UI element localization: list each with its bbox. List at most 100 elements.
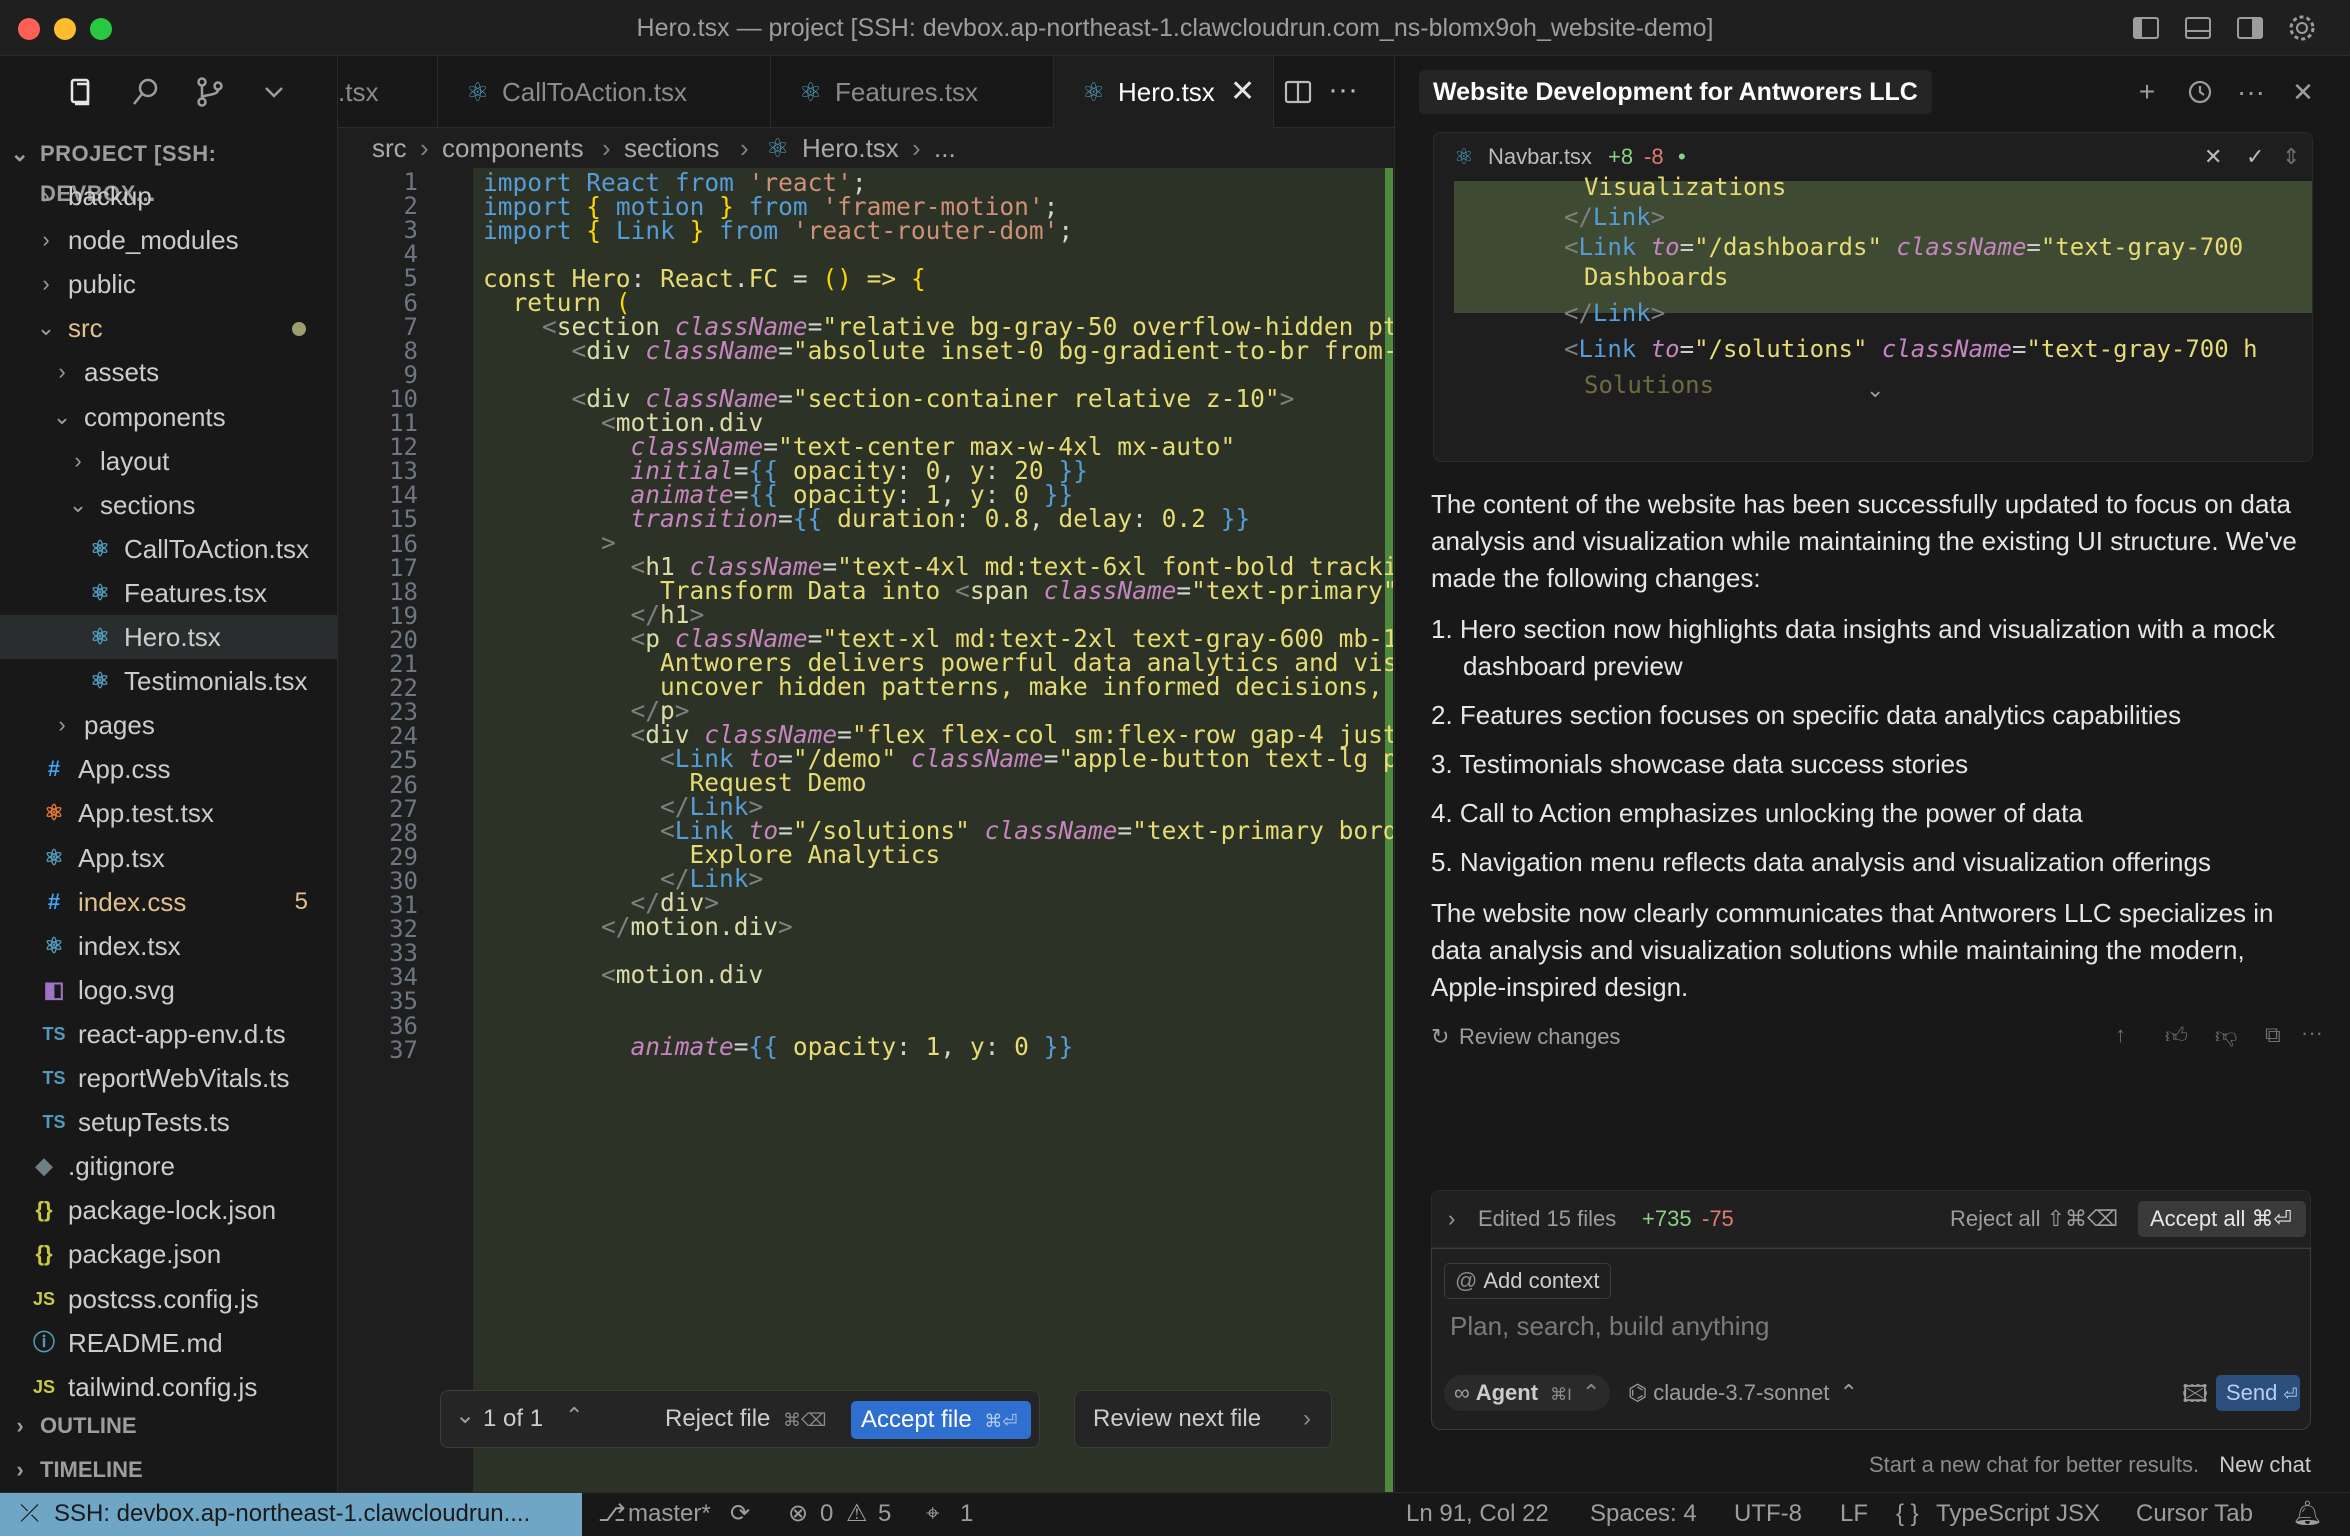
notifications-bell-icon[interactable]: 🔔︎ — [2292, 1493, 2322, 1535]
tab-calltoaction[interactable]: ⚛ CallToAction.tsx — [438, 56, 771, 128]
cursor-position[interactable]: Ln 91, Col 22 — [1406, 1493, 1549, 1535]
timeline-section[interactable]: › TIMELINE — [0, 1448, 338, 1492]
agent-mode-selector[interactable]: ∞ Agent ⌘I ⌃ — [1444, 1375, 1611, 1411]
split-editor-icon[interactable] — [1280, 74, 1316, 110]
file-tree-item[interactable]: # App.css — [0, 747, 338, 791]
outline-section[interactable]: › OUTLINE — [0, 1404, 338, 1448]
breadcrumb-ellipsis[interactable]: ... — [934, 128, 956, 168]
close-tab-icon[interactable]: ✕ — [1230, 56, 1255, 128]
file-tree-item[interactable]: ⚛ Hero.tsx — [0, 615, 338, 659]
thumbs-up-icon[interactable]: 👍︎ — [2165, 1022, 2188, 1049]
more-actions-icon[interactable]: ··· — [1328, 70, 1368, 110]
explorer-header[interactable]: ⌄ PROJECT [SSH: DEVBOX... — [0, 134, 338, 206]
chat-title[interactable]: Website Development for Antworers LLC — [1419, 70, 1932, 114]
accept-file-button[interactable]: Accept file ⌘⏎ — [851, 1401, 1031, 1439]
toggle-primary-sidebar-icon[interactable] — [2130, 12, 2162, 44]
file-tree-item[interactable]: ⚛ index.tsx — [0, 924, 338, 968]
file-tree-item[interactable]: {} package.json — [0, 1232, 338, 1276]
file-tree-item[interactable]: ⚛ Testimonials.tsx — [0, 659, 338, 703]
file-tree-item[interactable]: {} package-lock.json — [0, 1188, 338, 1232]
send-button[interactable]: Send ⏎ — [2216, 1375, 2300, 1411]
files-icon[interactable] — [64, 74, 100, 110]
tab-label: .tsx — [338, 77, 379, 107]
more-options-icon[interactable]: ··· — [2301, 1020, 2323, 1046]
close-panel-icon[interactable]: ✕ — [2287, 76, 2319, 108]
chevron-up-icon[interactable]: ⌃ — [565, 1403, 583, 1429]
file-tree-item[interactable]: ⚛ App.test.tsx — [0, 791, 338, 835]
file-tree-item[interactable]: ⌄ src — [0, 306, 338, 350]
chevron-down-icon[interactable]: ⌄ — [455, 1401, 475, 1430]
breadcrumb-components[interactable]: components — [442, 128, 584, 168]
line-ending[interactable]: LF — [1840, 1493, 1868, 1535]
file-tree-item[interactable]: › backup — [0, 174, 338, 218]
sync-icon[interactable]: ⟳ — [730, 1493, 750, 1535]
breadcrumb-src[interactable]: src — [372, 128, 407, 168]
file-tree-item[interactable]: ⌄ components — [0, 395, 338, 439]
new-chat-plus-icon[interactable]: + — [2131, 76, 2163, 108]
language-mode[interactable]: TypeScript JSX — [1936, 1493, 2100, 1535]
encoding[interactable]: UTF-8 — [1734, 1493, 1802, 1535]
tab-features[interactable]: ⚛ Features.tsx — [771, 56, 1054, 128]
file-tree-item[interactable]: ⚛ Features.tsx — [0, 571, 338, 615]
history-icon[interactable] — [2183, 76, 2215, 108]
copy-icon[interactable]: ⧉ — [2265, 1022, 2281, 1048]
file-tree-item[interactable]: › node_modules — [0, 218, 338, 262]
file-tree-item[interactable]: JS tailwind.config.js — [0, 1365, 338, 1409]
source-control-icon[interactable] — [192, 74, 228, 110]
chevron-down-icon: ⌄ — [10, 141, 30, 166]
file-tree-item[interactable]: TS setupTests.ts — [0, 1100, 338, 1144]
tab-partial[interactable]: .tsx — [338, 56, 438, 128]
search-icon[interactable] — [128, 74, 164, 110]
chevron-down-icon[interactable] — [256, 74, 292, 110]
file-tree-label: App.test.tsx — [78, 798, 214, 829]
toggle-panel-icon[interactable] — [2182, 12, 2214, 44]
settings-gear-icon[interactable] — [2286, 12, 2318, 44]
file-tree-item[interactable]: › assets — [0, 350, 338, 394]
accept-all-button[interactable]: Accept all ⌘⏎ — [2138, 1201, 2306, 1237]
breadcrumb-sections[interactable]: sections — [624, 128, 719, 168]
image-upload-icon[interactable]: 🖾 — [2182, 1377, 2208, 1418]
cursor-tab[interactable]: Cursor Tab — [2136, 1493, 2253, 1535]
problem-count-badge: 5 — [294, 887, 308, 915]
file-tree-item[interactable]: # index.css 5 — [0, 880, 338, 924]
file-tree-item[interactable]: TS reportWebVitals.ts — [0, 1056, 338, 1100]
new-chat-link[interactable]: New chat — [2219, 1452, 2311, 1477]
ports-count[interactable]: 1 — [960, 1493, 973, 1535]
file-tree-item[interactable]: › public — [0, 262, 338, 306]
file-tree-item[interactable]: ⚛ App.tsx — [0, 836, 338, 880]
thumbs-down-icon[interactable]: 👎︎ — [2215, 1022, 2237, 1049]
chevron-down-icon[interactable]: ⌄ — [1866, 377, 1884, 403]
chat-input[interactable]: Plan, search, build anything — [1450, 1311, 2290, 1342]
code-editor[interactable]: import React from 'react'; import { moti… — [473, 168, 1393, 1492]
file-tree-item[interactable]: TS react-app-env.d.ts — [0, 1012, 338, 1056]
review-changes-link[interactable]: Review changes — [1459, 1024, 1620, 1050]
file-tree-item[interactable]: ◆ .gitignore — [0, 1144, 338, 1188]
edited-files-bar[interactable]: › Edited 15 files +735 -75 Reject all ⇧⌘… — [1431, 1190, 2311, 1248]
git-branch[interactable]: master* — [628, 1493, 711, 1535]
file-tree-item[interactable]: JS postcss.config.js — [0, 1277, 338, 1321]
file-tree-item[interactable]: ⚛ CallToAction.tsx — [0, 527, 338, 571]
model-selector[interactable]: ⌬ claude-3.7-sonnet ⌃ — [1628, 1375, 1858, 1411]
add-context-label: Add context — [1483, 1268, 1600, 1293]
reject-file-button[interactable]: Reject file ⌘⌫ — [665, 1405, 827, 1433]
file-tree-label: react-app-env.d.ts — [78, 1018, 286, 1049]
code-line: <motion.div — [601, 960, 764, 989]
file-tree-item[interactable]: ⌄ sections — [0, 483, 338, 527]
review-next-file-button[interactable]: Review next file › — [1074, 1390, 1332, 1448]
warning-count[interactable]: 5 — [878, 1493, 891, 1535]
file-tree-label: components — [84, 401, 226, 432]
file-tree-item[interactable]: › pages — [0, 703, 338, 747]
file-tree-item[interactable]: ◧ logo.svg — [0, 968, 338, 1012]
add-context-button[interactable]: @ Add context — [1444, 1263, 1611, 1299]
remote-indicator[interactable]: ⤫ SSH: devbox.ap-northeast-1.clawcloudru… — [0, 1493, 582, 1536]
file-tree-item[interactable]: ⓘ README.md — [0, 1321, 338, 1365]
indentation[interactable]: Spaces: 4 — [1590, 1493, 1697, 1535]
toggle-secondary-sidebar-icon[interactable] — [2234, 12, 2266, 44]
more-options-icon[interactable]: ··· — [2235, 76, 2267, 108]
breadcrumb-file[interactable]: Hero.tsx — [802, 128, 899, 168]
file-tree-item[interactable]: › layout — [0, 439, 338, 483]
arrow-up-icon[interactable]: ↑ — [2115, 1022, 2126, 1048]
reject-all-button[interactable]: Reject all ⇧⌘⌫ — [1950, 1191, 2118, 1247]
tab-hero[interactable]: ⚛ Hero.tsx ✕ — [1054, 56, 1274, 128]
error-count[interactable]: 0 — [820, 1493, 833, 1535]
